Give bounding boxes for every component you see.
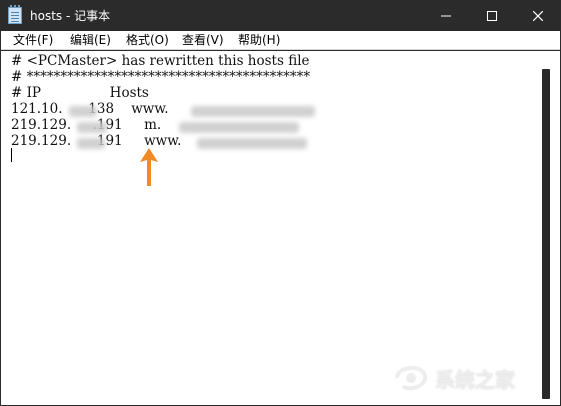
- close-icon: [532, 6, 544, 25]
- maximize-button[interactable]: [469, 0, 515, 31]
- editor-line: # **************************************…: [11, 69, 311, 85]
- title-bar[interactable]: hosts - 记事本: [0, 0, 561, 31]
- menu-help[interactable]: 帮助(H): [238, 32, 280, 48]
- redacted-ip-blur: [69, 106, 97, 117]
- menu-format[interactable]: 格式(O): [126, 32, 169, 48]
- watermark-text: 系统之家: [435, 368, 515, 392]
- orange-arrow-annotation: [138, 148, 160, 188]
- notepad-window: hosts - 记事本 文件(F) 编辑(E) 格式(O) 查看(V) 帮助(H…: [0, 0, 561, 406]
- editor-line: # <PCMaster> has rewritten this hosts fi…: [11, 53, 310, 69]
- redacted-host-blur: [197, 138, 307, 149]
- menu-bar: 文件(F) 编辑(E) 格式(O) 查看(V) 帮助(H): [1, 31, 560, 50]
- scrollbar-thumb[interactable]: [542, 69, 550, 399]
- editor-line: # IP Hosts: [11, 85, 149, 101]
- vertical-scrollbar[interactable]: [538, 51, 555, 405]
- redacted-ip-blur: [77, 138, 105, 149]
- minimize-icon: [441, 6, 451, 25]
- menu-edit[interactable]: 编辑(E): [70, 32, 111, 48]
- text-editor[interactable]: # <PCMaster> has rewritten this hosts fi…: [1, 51, 560, 405]
- menu-view[interactable]: 查看(V): [182, 32, 224, 48]
- redacted-host-blur: [179, 122, 299, 133]
- maximize-icon: [487, 6, 497, 25]
- close-button[interactable]: [515, 0, 561, 31]
- watermark-logo-icon: [389, 366, 433, 404]
- menu-file[interactable]: 文件(F): [13, 32, 53, 48]
- editor-content[interactable]: # <PCMaster> has rewritten this hosts fi…: [11, 53, 539, 399]
- redacted-host-blur: [191, 106, 315, 117]
- text-caret: [11, 148, 12, 162]
- minimize-button[interactable]: [423, 0, 469, 31]
- watermark: 系统之家: [389, 356, 559, 404]
- notepad-icon: [8, 5, 22, 24]
- window-title: hosts - 记事本: [30, 9, 111, 23]
- redacted-ip-blur: [77, 122, 107, 133]
